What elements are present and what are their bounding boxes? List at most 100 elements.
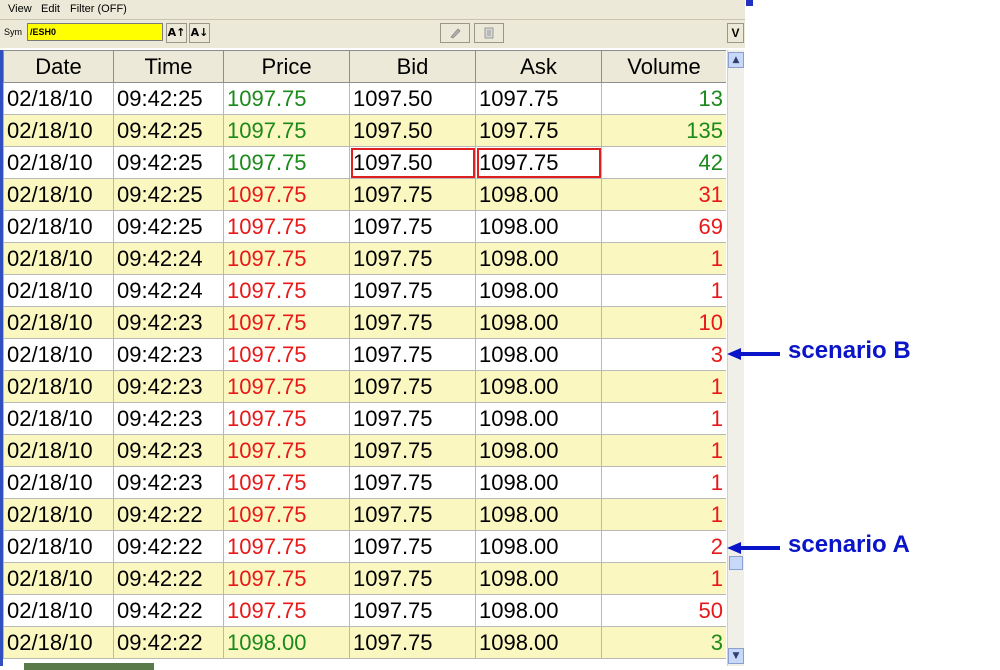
column-header-volume[interactable]: Volume bbox=[601, 50, 726, 83]
price-cell: 1097.75 bbox=[223, 274, 350, 307]
column-header-ask[interactable]: Ask bbox=[475, 50, 602, 83]
taskbar-thumbnail bbox=[24, 663, 154, 670]
arrow-down-icon[interactable]: ▼ bbox=[728, 648, 744, 664]
time-cell: 09:42:23 bbox=[113, 370, 224, 403]
price-cell: 1097.75 bbox=[223, 370, 350, 403]
time-cell: 09:42:22 bbox=[113, 498, 224, 531]
table-header-row: Date Time Price Bid Ask Volume bbox=[3, 50, 726, 83]
bid-cell: 1097.75 bbox=[349, 338, 476, 371]
ask-cell: 1098.00 bbox=[475, 626, 602, 659]
price-cell: 1097.75 bbox=[223, 178, 350, 211]
bid-cell: 1097.50 bbox=[349, 114, 476, 147]
table-row[interactable]: 02/18/10 09:42:23 1097.75 1097.75 1098.00 3 bbox=[3, 338, 726, 371]
column-header-bid[interactable]: Bid bbox=[349, 50, 476, 83]
ask-cell: 1097.75 bbox=[475, 114, 602, 147]
price-cell: 1097.75 bbox=[223, 530, 350, 563]
sort-ascending-button[interactable]: A↑ bbox=[166, 23, 187, 43]
bid-cell: 1097.75 bbox=[349, 530, 476, 563]
volume-cell: 13 bbox=[601, 82, 726, 115]
table-row[interactable]: 02/18/10 09:42:23 1097.75 1097.75 1098.00 1 bbox=[3, 370, 726, 403]
date-cell: 02/18/10 bbox=[3, 626, 114, 659]
menu-filter[interactable]: Filter (OFF) bbox=[70, 3, 127, 15]
ask-cell: 1098.00 bbox=[475, 370, 602, 403]
volume-cell: 31 bbox=[601, 178, 726, 211]
time-cell: 09:42:25 bbox=[113, 146, 224, 179]
symbol-label: Sym bbox=[4, 27, 22, 37]
table-row[interactable]: 02/18/10 09:42:24 1097.75 1097.75 1098.00 1 bbox=[3, 242, 726, 275]
volume-cell: 1 bbox=[601, 370, 726, 403]
ask-cell: 1098.00 bbox=[475, 594, 602, 627]
volume-cell: 1 bbox=[601, 402, 726, 435]
table-row[interactable]: 02/18/10 09:42:25 1097.75 1097.50 1097.75 13 bbox=[3, 82, 726, 115]
ask-cell: 1098.00 bbox=[475, 562, 602, 595]
date-cell: 02/18/10 bbox=[3, 402, 114, 435]
arrow-up-icon[interactable]: ▲ bbox=[728, 52, 744, 68]
time-cell: 09:42:25 bbox=[113, 82, 224, 115]
volume-cell: 3 bbox=[601, 338, 726, 371]
bid-cell: 1097.75 bbox=[349, 402, 476, 435]
date-cell: 02/18/10 bbox=[3, 370, 114, 403]
bid-cell: 1097.75 bbox=[349, 434, 476, 467]
time-cell: 09:42:25 bbox=[113, 210, 224, 243]
table-body: 02/18/10 09:42:25 1097.75 1097.50 1097.75 13 0… bbox=[3, 82, 726, 659]
date-cell: 02/18/10 bbox=[3, 242, 114, 275]
price-cell: 1097.75 bbox=[223, 114, 350, 147]
table-row[interactable]: 02/18/10 09:42:25 1097.75 1097.50 1097.75 42 bbox=[3, 146, 726, 179]
table-row[interactable]: 02/18/10 09:42:25 1097.75 1097.75 1098.00 69 bbox=[3, 210, 726, 243]
table-row[interactable]: 02/18/10 09:42:22 1097.75 1097.75 1098.00 1 bbox=[3, 562, 726, 595]
date-cell: 02/18/10 bbox=[3, 114, 114, 147]
date-cell: 02/18/10 bbox=[3, 146, 114, 179]
table-row[interactable]: 02/18/10 09:42:25 1097.75 1097.75 1098.00 31 bbox=[3, 178, 726, 211]
column-header-date[interactable]: Date bbox=[3, 50, 114, 83]
column-header-time[interactable]: Time bbox=[113, 50, 224, 83]
annotation-label: scenario A bbox=[788, 531, 910, 558]
table-row[interactable]: 02/18/10 09:42:24 1097.75 1097.75 1098.00 1 bbox=[3, 274, 726, 307]
table-row[interactable]: 02/18/10 09:42:22 1097.75 1097.75 1098.00 50 bbox=[3, 594, 726, 627]
bid-cell: 1097.75 bbox=[349, 274, 476, 307]
volume-cell: 1 bbox=[601, 242, 726, 275]
background-mark bbox=[746, 0, 753, 6]
bid-cell: 1097.75 bbox=[349, 306, 476, 339]
time-cell: 09:42:23 bbox=[113, 338, 224, 371]
time-and-sales-table: Date Time Price Bid Ask Volume 02/18/10 09:42:… bbox=[3, 50, 726, 659]
price-cell: 1098.00 bbox=[223, 626, 350, 659]
view-toggle-button[interactable]: V bbox=[727, 23, 744, 43]
price-cell: 1097.75 bbox=[223, 434, 350, 467]
table-row[interactable]: 02/18/10 09:42:23 1097.75 1097.75 1098.00 1 bbox=[3, 402, 726, 435]
edit-button[interactable] bbox=[440, 23, 470, 43]
sort-descending-button[interactable]: A↓ bbox=[189, 23, 210, 43]
date-cell: 02/18/10 bbox=[3, 306, 114, 339]
time-cell: 09:42:25 bbox=[113, 178, 224, 211]
price-cell: 1097.75 bbox=[223, 146, 350, 179]
volume-cell: 1 bbox=[601, 466, 726, 499]
table-row[interactable]: 02/18/10 09:42:23 1097.75 1097.75 1098.00 1 bbox=[3, 466, 726, 499]
menu-view[interactable]: View bbox=[8, 3, 32, 15]
time-cell: 09:42:23 bbox=[113, 306, 224, 339]
table-row[interactable]: 02/18/10 09:42:23 1097.75 1097.75 1098.00 10 bbox=[3, 306, 726, 339]
ask-cell: 1098.00 bbox=[475, 306, 602, 339]
date-cell: 02/18/10 bbox=[3, 434, 114, 467]
volume-cell: 50 bbox=[601, 594, 726, 627]
column-header-price[interactable]: Price bbox=[223, 50, 350, 83]
ask-cell: 1098.00 bbox=[475, 434, 602, 467]
menu-edit[interactable]: Edit bbox=[41, 3, 60, 15]
time-cell: 09:42:24 bbox=[113, 274, 224, 307]
ask-cell: 1097.75 bbox=[475, 82, 602, 115]
table-row[interactable]: 02/18/10 09:42:22 1097.75 1097.75 1098.00 2 bbox=[3, 530, 726, 563]
symbol-input[interactable] bbox=[27, 23, 163, 41]
time-cell: 09:42:23 bbox=[113, 434, 224, 467]
table-row[interactable]: 02/18/10 09:42:22 1098.00 1097.75 1098.00 3 bbox=[3, 626, 726, 659]
bid-cell: 1097.75 bbox=[349, 466, 476, 499]
time-cell: 09:42:22 bbox=[113, 530, 224, 563]
price-cell: 1097.75 bbox=[223, 338, 350, 371]
table-row[interactable]: 02/18/10 09:42:23 1097.75 1097.75 1098.00 1 bbox=[3, 434, 726, 467]
date-cell: 02/18/10 bbox=[3, 594, 114, 627]
bid-cell: 1097.50 bbox=[349, 146, 476, 179]
table-row[interactable]: 02/18/10 09:42:22 1097.75 1097.75 1098.00 1 bbox=[3, 498, 726, 531]
ask-cell: 1098.00 bbox=[475, 274, 602, 307]
scroll-thumb[interactable] bbox=[729, 556, 743, 570]
table-row[interactable]: 02/18/10 09:42:25 1097.75 1097.50 1097.75 135 bbox=[3, 114, 726, 147]
time-cell: 09:42:22 bbox=[113, 594, 224, 627]
copy-button[interactable] bbox=[474, 23, 504, 43]
price-cell: 1097.75 bbox=[223, 562, 350, 595]
